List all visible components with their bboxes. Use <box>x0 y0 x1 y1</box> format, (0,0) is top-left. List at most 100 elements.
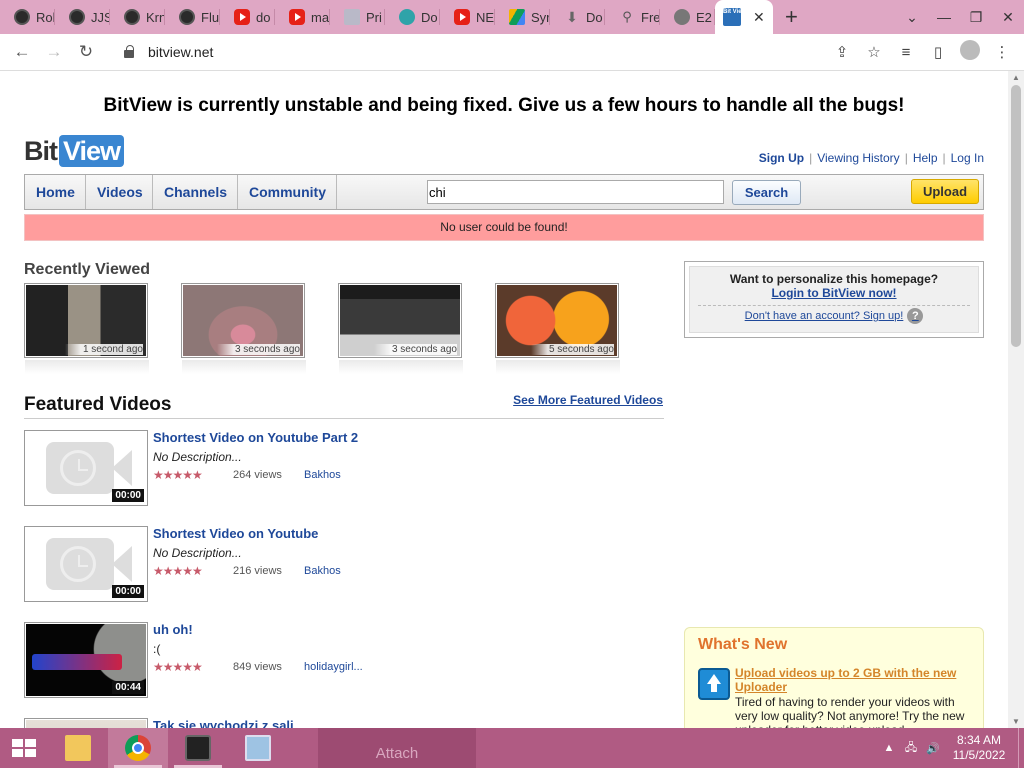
main-nav: Home Videos Channels Community chi Searc… <box>24 174 984 210</box>
recent-video-thumbnail[interactable]: 3 seconds ago <box>181 283 306 374</box>
featured-video-item: 00:44 uh oh! :( ★★★★★ 849 views holidayg… <box>24 622 664 702</box>
whats-new-text: Tired of having to render your videos wi… <box>735 695 965 728</box>
back-arrow-icon[interactable]: ← <box>6 42 38 62</box>
attach-button[interactable]: Attach <box>318 728 476 768</box>
clock-date: 11/5/2022 <box>952 748 1006 762</box>
scrollbar-thumb[interactable] <box>1011 85 1021 347</box>
personalize-login-box: Want to personalize this homepage? Login… <box>684 261 984 338</box>
restore-icon[interactable]: ❐ <box>960 9 992 26</box>
video-thumbnail[interactable]: 00:00 <box>24 526 148 602</box>
watched-time: 5 seconds ago <box>530 344 614 355</box>
browser-tab[interactable]: Do <box>385 0 440 34</box>
browser-tab[interactable]: ⬇ Do <box>550 0 605 34</box>
new-tab-icon[interactable]: + <box>785 4 798 30</box>
recent-video-thumbnail[interactable]: 1 second ago <box>24 283 149 374</box>
browser-tab[interactable]: Pri <box>330 0 385 34</box>
video-title-link[interactable]: Shortest Video on Youtube Part 2 <box>153 430 358 445</box>
address-bar[interactable]: bitview.net <box>112 37 814 67</box>
profile-avatar-icon[interactable] <box>954 40 986 64</box>
recent-video-thumbnail[interactable]: 5 seconds ago <box>495 283 620 374</box>
nav-channels[interactable]: Channels <box>153 175 238 209</box>
logo-view-text: View <box>59 135 125 167</box>
forward-arrow-icon[interactable]: → <box>38 42 70 62</box>
log-in-link[interactable]: Log In <box>951 151 984 165</box>
yt-favicon-icon <box>234 9 250 25</box>
browser-tab[interactable]: do <box>220 0 275 34</box>
watched-time: 1 second ago <box>64 344 143 355</box>
browser-tab[interactable]: NE <box>440 0 495 34</box>
watched-time: 3 seconds ago <box>373 344 457 355</box>
taskbar-chrome[interactable] <box>108 728 168 768</box>
tab-label: Flu <box>201 9 220 25</box>
volume-icon[interactable]: 🔊 <box>922 742 944 755</box>
video-duration: 00:44 <box>112 681 144 694</box>
search-button[interactable]: Search <box>732 180 801 205</box>
search-input[interactable]: chi <box>427 180 724 204</box>
taskbar-app-monitor[interactable] <box>228 728 288 768</box>
see-more-featured-link[interactable]: See More Featured Videos <box>513 393 663 407</box>
help-question-icon[interactable]: ? <box>907 308 924 324</box>
reload-icon[interactable]: ↻ <box>70 42 102 62</box>
start-button[interactable] <box>0 728 48 768</box>
nav-community[interactable]: Community <box>238 175 337 209</box>
page-scrollbar[interactable]: ▲ ▼ <box>1008 71 1024 728</box>
login-now-link[interactable]: Login to BitView now! <box>771 286 896 300</box>
yt-favicon-icon <box>454 9 470 25</box>
error-message: No user could be found! <box>24 214 984 241</box>
video-title-link[interactable]: uh oh! <box>153 622 193 637</box>
rating-stars: ★★★★★ <box>153 660 203 674</box>
browser-tab[interactable]: Flu <box>165 0 220 34</box>
browser-tab[interactable]: Krn <box>110 0 165 34</box>
nav-videos[interactable]: Videos <box>86 175 153 209</box>
bitview-logo[interactable]: Bit View <box>24 135 125 167</box>
new-uploader-link[interactable]: Upload videos up to 2 GB with the new Up… <box>735 666 973 694</box>
lock-icon[interactable] <box>124 45 134 58</box>
viewing-history-link[interactable]: Viewing History <box>817 151 899 165</box>
show-desktop-button[interactable] <box>1018 728 1024 768</box>
browser-tab[interactable]: Syr <box>495 0 550 34</box>
tray-overflow-chevron-up-icon[interactable]: ▲ <box>878 742 900 754</box>
recent-video-thumbnail[interactable]: 3 seconds ago <box>338 283 463 374</box>
video-thumbnail[interactable]: 00:00 <box>24 430 148 506</box>
share-icon[interactable]: ⇪ <box>826 43 858 61</box>
minimize-icon[interactable]: — <box>928 9 960 25</box>
video-thumbnail[interactable]: 00:44 <box>24 622 148 698</box>
taskbar-file-explorer[interactable] <box>48 728 108 768</box>
network-icon[interactable]: 🖧 <box>900 739 922 758</box>
upload-button[interactable]: Upload <box>911 179 979 204</box>
close-window-icon[interactable]: ✕ <box>992 9 1024 26</box>
tab-bitview-active[interactable]: Bit View ✕ <box>715 0 773 34</box>
account-links: Sign Up | Viewing History | Help | Log In <box>759 151 984 165</box>
browser-tab[interactable]: Rol <box>0 0 55 34</box>
tab-search-chevron-down-icon[interactable]: ⌄ <box>896 9 928 26</box>
reading-list-icon[interactable]: ≡ <box>890 44 922 61</box>
toolbar-actions: ⇪ ☆ ≡ ▯ ⋮ <box>826 40 1018 64</box>
sign-up-link[interactable]: Sign Up <box>759 151 804 165</box>
menu-kebab-icon[interactable]: ⋮ <box>986 43 1018 61</box>
scroll-down-arrow-icon[interactable]: ▼ <box>1012 717 1020 726</box>
bookmark-star-icon[interactable]: ☆ <box>858 43 890 61</box>
folder-icon <box>65 735 91 761</box>
taskbar-app-dark[interactable] <box>168 728 228 768</box>
author-link[interactable]: holidaygirl... <box>304 661 363 673</box>
help-link[interactable]: Help <box>913 151 938 165</box>
video-title-link[interactable]: Shortest Video on Youtube <box>153 526 318 541</box>
author-link[interactable]: Bakhos <box>304 469 341 481</box>
video-thumbnail[interactable] <box>24 718 148 728</box>
browser-tab[interactable]: ⚲ Fre <box>605 0 660 34</box>
nav-home[interactable]: Home <box>25 175 86 209</box>
signup-link[interactable]: Don't have an account? Sign up! <box>745 310 904 322</box>
tab-label: Do <box>586 9 603 25</box>
tab-label: Fre <box>641 9 660 25</box>
side-panel-icon[interactable]: ▯ <box>922 43 954 61</box>
scroll-up-arrow-icon[interactable]: ▲ <box>1012 73 1020 82</box>
thumbnail-reflection <box>25 360 149 374</box>
video-title-link[interactable]: Tak sie wychodzi z sali <box>153 718 294 728</box>
browser-tab[interactable]: ma <box>275 0 330 34</box>
system-clock[interactable]: 8:34 AM 11/5/2022 <box>944 733 1014 763</box>
close-tab-icon[interactable]: ✕ <box>753 9 765 26</box>
browser-tab[interactable]: JJS <box>55 0 110 34</box>
thumbnail-image: 00:00 <box>26 432 146 504</box>
author-link[interactable]: Bakhos <box>304 565 341 577</box>
browser-tab[interactable]: E2 <box>660 0 715 34</box>
